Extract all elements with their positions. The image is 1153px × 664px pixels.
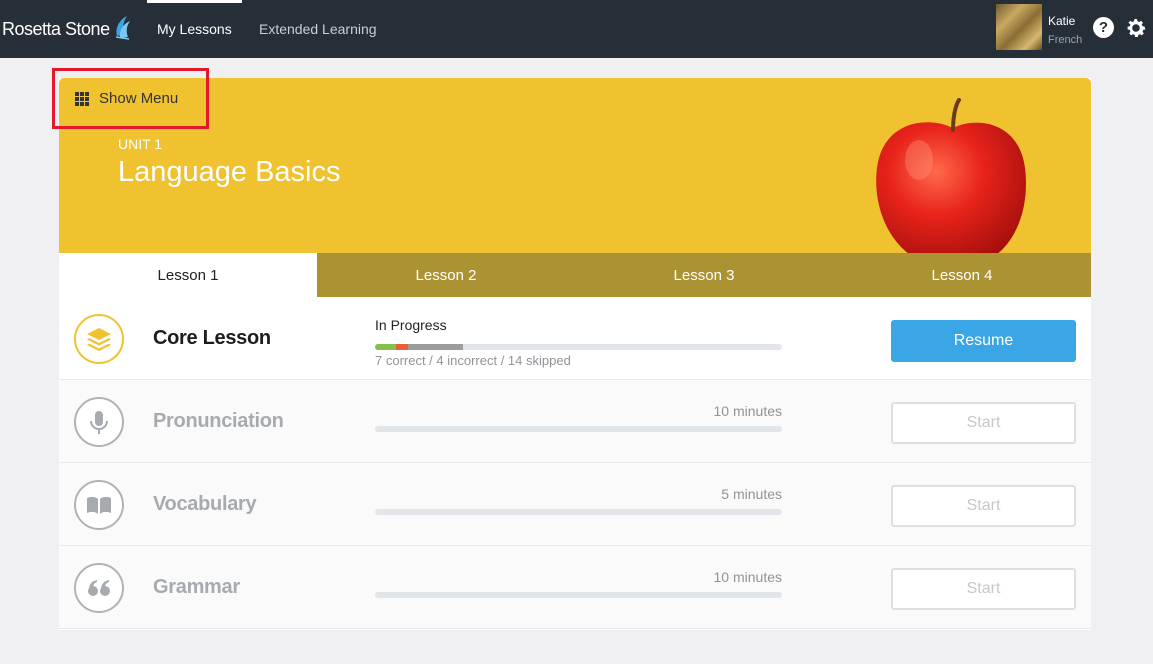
layers-icon <box>74 314 124 364</box>
progress-correct <box>375 344 396 350</box>
resume-button[interactable]: Resume <box>891 320 1076 362</box>
start-button[interactable]: Start <box>891 402 1076 444</box>
activity-title: Grammar <box>153 576 240 598</box>
start-button[interactable]: Start <box>891 568 1076 610</box>
progress-incorrect <box>395 344 408 350</box>
apple-image <box>869 98 1034 253</box>
progress-bar <box>375 509 782 515</box>
duration-text: 5 minutes <box>721 486 782 502</box>
duration-text: 10 minutes <box>713 403 782 419</box>
unit-card: Show Menu UNIT 1 Language Basics Lesson … <box>59 78 1091 630</box>
avatar[interactable] <box>996 4 1042 50</box>
progress-bar <box>375 592 782 598</box>
gear-icon[interactable] <box>1124 16 1148 45</box>
user-profile[interactable]: Katie French <box>996 4 1082 50</box>
quote-icon <box>74 563 124 613</box>
nav-tab-extended-learning[interactable]: Extended Learning <box>259 0 377 58</box>
microphone-icon <box>74 397 124 447</box>
tab-lesson-2[interactable]: Lesson 2 <box>317 253 575 297</box>
tab-lesson-3[interactable]: Lesson 3 <box>575 253 833 297</box>
highlight-annotation <box>52 68 209 129</box>
status-text: In Progress <box>375 317 447 333</box>
progress-stats: 7 correct / 4 incorrect / 14 skipped <box>375 353 571 368</box>
user-name: Katie <box>1048 14 1076 28</box>
rosetta-stone-logo[interactable]: Rosetta Stone <box>2 14 133 45</box>
activity-row-core-lesson: Core Lesson In Progress 7 correct / 4 in… <box>59 297 1091 380</box>
start-button[interactable]: Start <box>891 485 1076 527</box>
nav-tab-my-lessons[interactable]: My Lessons <box>147 0 242 58</box>
activity-row-vocabulary: Vocabulary 5 minutes Start <box>59 463 1091 546</box>
unit-title: Language Basics <box>118 156 341 188</box>
book-icon <box>74 480 124 530</box>
unit-label: UNIT 1 <box>118 136 163 152</box>
activity-row-grammar: Grammar 10 minutes Start <box>59 546 1091 629</box>
activity-title: Vocabulary <box>153 493 257 515</box>
activity-row-pronunciation: Pronunciation 10 minutes Start <box>59 380 1091 463</box>
progress-bar <box>375 426 782 432</box>
tab-lesson-1[interactable]: Lesson 1 <box>59 253 317 297</box>
activity-title: Pronunciation <box>153 410 284 432</box>
top-navigation-bar: Rosetta Stone My Lessons Extended Learni… <box>0 0 1153 58</box>
tab-lesson-4[interactable]: Lesson 4 <box>833 253 1091 297</box>
rosetta-stone-logo-icon <box>113 14 133 45</box>
progress-skipped <box>407 344 464 350</box>
progress-bar <box>375 344 782 350</box>
brand-name: Rosetta Stone <box>2 19 110 39</box>
unit-hero: Show Menu UNIT 1 Language Basics <box>59 78 1091 253</box>
user-language: French <box>1048 34 1083 46</box>
duration-text: 10 minutes <box>713 569 782 585</box>
help-icon[interactable]: ? <box>1093 17 1114 38</box>
activity-title: Core Lesson <box>153 327 271 349</box>
lesson-tabs: Lesson 1 Lesson 2 Lesson 3 Lesson 4 <box>59 253 1091 297</box>
